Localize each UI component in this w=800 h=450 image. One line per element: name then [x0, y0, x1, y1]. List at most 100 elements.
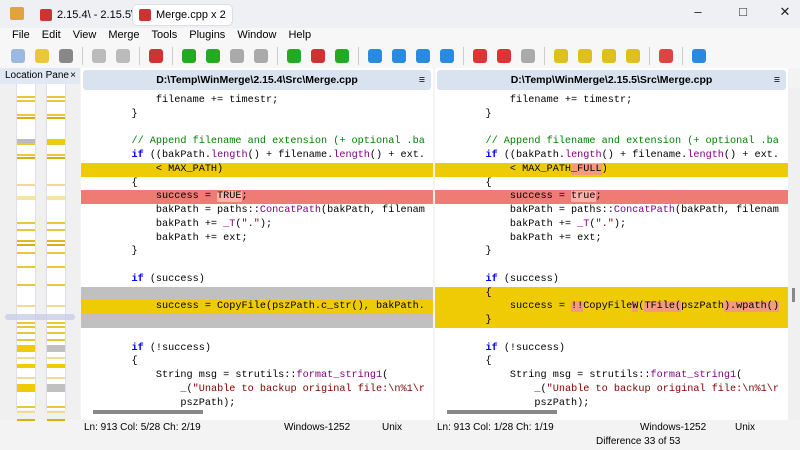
code-line[interactable]: } [81, 108, 433, 122]
open-folder-icon[interactable] [32, 46, 52, 66]
code-line[interactable]: bakPath += _T("."); [81, 218, 433, 232]
code-line[interactable]: filename += timestr; [81, 94, 433, 108]
code-line[interactable] [81, 286, 433, 301]
code-line[interactable]: bakPath += ext; [435, 232, 788, 246]
copy-to-right-icon[interactable] [179, 46, 199, 66]
compare-icon[interactable] [146, 46, 166, 66]
location-left-column[interactable] [16, 84, 36, 421]
current-diff-icon[interactable] [308, 46, 328, 66]
code-line[interactable]: String msg = strutils::format_string1( [81, 369, 433, 383]
prev-conflict-icon[interactable] [437, 46, 457, 66]
right-code-view[interactable]: filename += timestr; } // Append filenam… [435, 94, 788, 410]
code-line[interactable]: // Append filename and extension (+ opti… [435, 135, 788, 149]
menu-view[interactable]: View [67, 28, 103, 44]
code-line[interactable] [81, 122, 433, 136]
code-line[interactable]: if ((bakPath.length() + filename.length(… [435, 149, 788, 163]
code-line[interactable] [81, 328, 433, 342]
code-line[interactable]: pszPath); [435, 397, 788, 411]
redo-icon[interactable] [113, 46, 133, 66]
close-button[interactable]: ✕ [775, 4, 795, 22]
code-line[interactable]: if (success) [81, 273, 433, 287]
code-line[interactable]: bakPath += _T("."); [435, 218, 788, 232]
code-line[interactable]: _("Unable to backup original file:\n%1\r [435, 383, 788, 397]
code-line[interactable] [81, 259, 433, 273]
menu-tools[interactable]: Tools [146, 28, 184, 44]
code-line[interactable]: if (!success) [81, 342, 433, 356]
code-line[interactable] [435, 122, 788, 136]
code-line[interactable]: // Append filename and extension (+ opti… [81, 135, 433, 149]
copy-left-advance-icon[interactable] [251, 46, 271, 66]
menu-help[interactable]: Help [282, 28, 317, 44]
code-line[interactable]: { [435, 286, 788, 301]
save-icon[interactable] [56, 46, 76, 66]
next-file-icon[interactable] [599, 46, 619, 66]
copy-all-left-icon[interactable] [494, 46, 514, 66]
code-line[interactable]: filename += timestr; [435, 94, 788, 108]
code-line[interactable]: success = CopyFile(pszPath.c_str(), bakP… [81, 300, 433, 314]
code-line[interactable]: } [435, 245, 788, 259]
tab-folder-compare[interactable]: 2.15.4\ - 2.15.5\ [34, 4, 140, 26]
undo-icon[interactable] [89, 46, 109, 66]
scroll-thumb[interactable] [792, 288, 795, 302]
code-line[interactable]: } [435, 314, 788, 328]
minimize-button[interactable]: – [688, 4, 708, 22]
code-line[interactable]: { [81, 177, 433, 191]
prev-diff-icon[interactable] [389, 46, 409, 66]
menu-edit[interactable]: Edit [36, 28, 67, 44]
code-line[interactable]: success = !!CopyFileW(TFile(pszPath).wpa… [435, 300, 788, 314]
code-line[interactable]: _("Unable to backup original file:\n%1\r [81, 383, 433, 397]
code-token: length [333, 150, 370, 161]
code-line[interactable]: success = true; [435, 190, 788, 204]
first-file-icon[interactable] [551, 46, 571, 66]
right-horizontal-scrollbar[interactable] [447, 410, 557, 414]
maximize-button[interactable]: □ [733, 4, 753, 22]
vertical-scrollbar[interactable] [788, 88, 800, 420]
code-line[interactable]: pszPath); [81, 397, 433, 411]
prev-file-icon[interactable] [575, 46, 595, 66]
code-line[interactable]: bakPath = paths::ConcatPath(bakPath, fil… [81, 204, 433, 218]
code-line[interactable]: bakPath += ext; [81, 232, 433, 246]
menu-plugins[interactable]: Plugins [183, 28, 231, 44]
code-line[interactable]: } [435, 108, 788, 122]
last-file-icon[interactable] [623, 46, 643, 66]
code-line[interactable]: < MAX_PATH) [81, 162, 433, 177]
code-line[interactable]: } [81, 245, 433, 259]
location-viewport-marker[interactable] [5, 314, 75, 320]
merge-icon[interactable] [518, 46, 538, 66]
code-line[interactable]: { [81, 355, 433, 369]
left-horizontal-scrollbar[interactable] [93, 410, 203, 414]
code-line[interactable] [81, 314, 433, 328]
code-line[interactable]: if (!success) [435, 342, 788, 356]
last-diff-icon[interactable] [332, 46, 352, 66]
options-icon[interactable] [656, 46, 676, 66]
menu-merge[interactable]: Merge [102, 28, 145, 44]
right-pane[interactable]: D:\Temp\WinMerge\2.15.5\Src\Merge.cpp ≡ f… [435, 68, 788, 420]
left-pane[interactable]: D:\Temp\WinMerge\2.15.4\Src\Merge.cpp ≡ f… [81, 68, 433, 420]
code-line[interactable]: bakPath = paths::ConcatPath(bakPath, fil… [435, 204, 788, 218]
first-diff-icon[interactable] [284, 46, 304, 66]
code-line[interactable]: { [435, 177, 788, 191]
code-line[interactable] [435, 328, 788, 342]
code-line[interactable]: String msg = strutils::format_string1( [435, 369, 788, 383]
refresh-icon[interactable] [689, 46, 709, 66]
copy-to-left-icon[interactable] [203, 46, 223, 66]
right-pane-menu-icon[interactable]: ≡ [774, 70, 780, 90]
menu-file[interactable]: File [6, 28, 36, 44]
code-line[interactable]: success = TRUE; [81, 190, 433, 204]
location-pane-close-button[interactable]: × [70, 68, 76, 84]
code-line[interactable]: if ((bakPath.length() + filename.length(… [81, 149, 433, 163]
next-conflict-icon[interactable] [413, 46, 433, 66]
menu-window[interactable]: Window [231, 28, 282, 44]
copy-all-right-icon[interactable] [470, 46, 490, 66]
left-code-view[interactable]: filename += timestr; } // Append filenam… [81, 94, 433, 410]
code-line[interactable]: if (success) [435, 273, 788, 287]
new-document-icon[interactable] [8, 46, 28, 66]
next-diff-icon[interactable] [365, 46, 385, 66]
tab-file-compare[interactable]: Merge.cpp x 2 [132, 4, 233, 26]
copy-right-advance-icon[interactable] [227, 46, 247, 66]
location-right-column[interactable] [46, 84, 66, 421]
left-pane-menu-icon[interactable]: ≡ [419, 70, 425, 90]
code-line[interactable] [435, 259, 788, 273]
code-line[interactable]: < MAX_PATH_FULL) [435, 162, 788, 177]
code-line[interactable]: { [435, 355, 788, 369]
